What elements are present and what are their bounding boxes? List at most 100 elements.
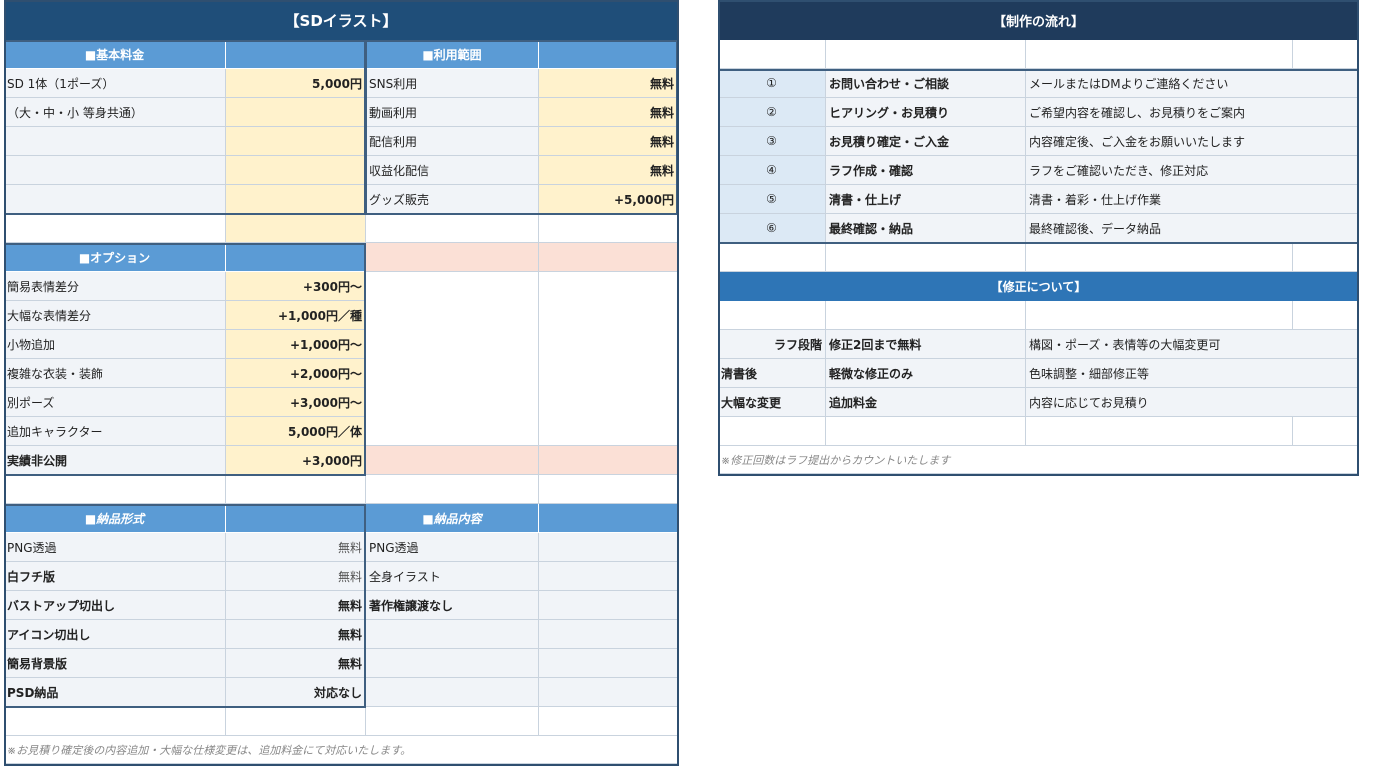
format-value: 対応なし xyxy=(226,678,366,707)
option-price: +2,000円～ xyxy=(226,359,366,388)
empty-cell xyxy=(539,678,678,707)
empty-cell xyxy=(366,620,539,649)
empty-cell xyxy=(366,214,539,243)
empty-cell xyxy=(226,127,366,156)
format-label: PNG透過 xyxy=(4,533,226,562)
empty-cell xyxy=(366,243,539,272)
empty-cell xyxy=(826,243,1026,272)
header-spacer xyxy=(539,504,678,533)
empty-cell xyxy=(539,620,678,649)
option-price: +3,000円～ xyxy=(226,388,366,417)
empty-cell xyxy=(366,446,539,475)
header-spacer xyxy=(226,243,366,272)
flow-step-desc: ラフをご確認いただき、修正対応 xyxy=(1026,156,1359,185)
usage-value: 無料 xyxy=(539,127,678,156)
format-label: バストアップ切出し xyxy=(4,591,226,620)
empty-cell xyxy=(539,649,678,678)
empty-cell xyxy=(226,214,366,243)
format-label: 白フチ版 xyxy=(4,562,226,591)
revision-header: 【修正について】 xyxy=(718,272,1359,301)
empty-cell xyxy=(1026,301,1293,330)
production-flow-title: 【制作の流れ】 xyxy=(718,0,1359,40)
empty-cell xyxy=(1026,40,1293,69)
usage-header: ■利用範囲 xyxy=(366,40,539,69)
empty-cell xyxy=(4,127,226,156)
empty-cell xyxy=(826,40,1026,69)
empty-cell xyxy=(539,214,678,243)
flow-step-number: ⑥ xyxy=(718,214,826,243)
empty-cell xyxy=(1026,417,1293,446)
empty-cell xyxy=(718,40,826,69)
empty-cell xyxy=(366,678,539,707)
empty-cell xyxy=(539,591,678,620)
revision-desc: 構図・ポーズ・表情等の大幅変更可 xyxy=(1026,330,1359,359)
empty-cell xyxy=(539,243,678,272)
header-spacer xyxy=(226,40,366,69)
revision-stage: 大幅な変更 xyxy=(718,388,826,417)
revision-footnote: ※修正回数はラフ提出からカウントいたします xyxy=(718,446,1359,474)
usage-label: グッズ販売 xyxy=(366,185,539,214)
basic-fee-label: SD 1体（1ポーズ） xyxy=(4,69,226,98)
left-footnote: ※お見積り確定後の内容追加・大幅な仕様変更は、追加料金にて対応いたします。 xyxy=(4,736,678,764)
option-label: 追加キャラクター xyxy=(4,417,226,446)
option-price: +300円～ xyxy=(226,272,366,301)
empty-cell xyxy=(226,475,366,504)
delivery-format-header: ■納品形式 xyxy=(4,504,226,533)
revision-stage: 清書後 xyxy=(718,359,826,388)
empty-cell xyxy=(366,707,539,736)
empty-cell xyxy=(366,272,539,446)
option-price: +3,000円 xyxy=(226,446,366,475)
usage-value: 無料 xyxy=(539,156,678,185)
usage-value: 無料 xyxy=(539,98,678,127)
flow-step-title: お見積り確定・ご入金 xyxy=(826,127,1026,156)
flow-step-desc: ご希望内容を確認し、お見積りをご案内 xyxy=(1026,98,1359,127)
option-label: 複雑な衣装・装飾 xyxy=(4,359,226,388)
option-label: 別ポーズ xyxy=(4,388,226,417)
header-spacer xyxy=(226,504,366,533)
revision-desc: 色味調整・細部修正等 xyxy=(1026,359,1359,388)
empty-cell xyxy=(1293,301,1359,330)
empty-cell xyxy=(366,475,539,504)
usage-label: 動画利用 xyxy=(366,98,539,127)
flow-step-title: ラフ作成・確認 xyxy=(826,156,1026,185)
empty-cell xyxy=(539,533,678,562)
revision-desc: 内容に応じてお見積り xyxy=(1026,388,1359,417)
format-value: 無料 xyxy=(226,649,366,678)
flow-step-number: ⑤ xyxy=(718,185,826,214)
contents-item: 全身イラスト xyxy=(366,562,539,591)
empty-cell xyxy=(718,301,826,330)
format-label: 簡易背景版 xyxy=(4,649,226,678)
basic-fee-note: （大・中・小 等身共通） xyxy=(4,98,226,127)
format-value: 無料 xyxy=(226,533,366,562)
empty-cell xyxy=(539,707,678,736)
option-price: +1,000円／種 xyxy=(226,301,366,330)
usage-value: +5,000円 xyxy=(539,185,678,214)
empty-cell xyxy=(1293,417,1359,446)
empty-cell xyxy=(4,475,226,504)
flow-step-number: ④ xyxy=(718,156,826,185)
empty-cell xyxy=(226,707,366,736)
flow-step-number: ① xyxy=(718,69,826,98)
format-value: 無料 xyxy=(226,620,366,649)
flow-step-title: ヒアリング・お見積り xyxy=(826,98,1026,127)
empty-cell xyxy=(718,243,826,272)
usage-label: 配信利用 xyxy=(366,127,539,156)
flow-step-title: 清書・仕上げ xyxy=(826,185,1026,214)
revision-rule: 追加料金 xyxy=(826,388,1026,417)
empty-cell xyxy=(4,156,226,185)
empty-cell xyxy=(366,649,539,678)
option-price: +1,000円～ xyxy=(226,330,366,359)
empty-cell xyxy=(226,156,366,185)
revision-stage: ラフ段階 xyxy=(718,330,826,359)
flow-step-number: ③ xyxy=(718,127,826,156)
flow-step-desc: 内容確定後、ご入金をお願いいたします xyxy=(1026,127,1359,156)
option-price: 5,000円／体 xyxy=(226,417,366,446)
option-label: 実績非公開 xyxy=(4,446,226,475)
basic-fee-value-empty xyxy=(226,98,366,127)
option-label: 簡易表情差分 xyxy=(4,272,226,301)
flow-step-desc: 清書・着彩・仕上げ作業 xyxy=(1026,185,1359,214)
contents-item: 著作権譲渡なし xyxy=(366,591,539,620)
revision-rule: 修正2回まで無料 xyxy=(826,330,1026,359)
empty-cell xyxy=(718,417,826,446)
format-value: 無料 xyxy=(226,562,366,591)
